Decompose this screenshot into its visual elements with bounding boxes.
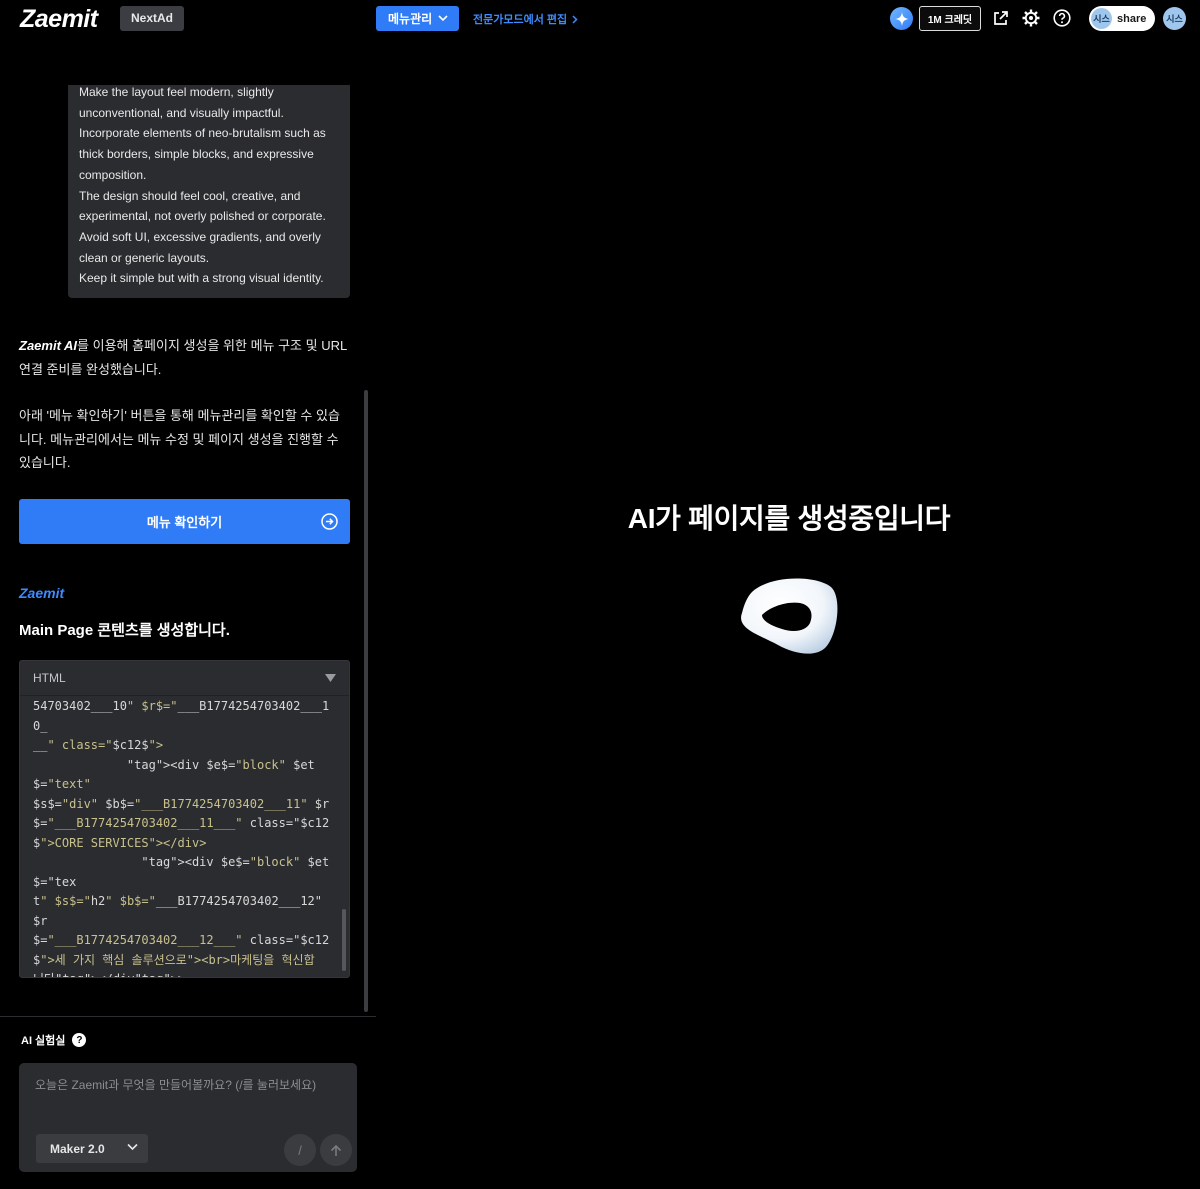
chevron-right-icon: [572, 14, 578, 24]
prompt-line: The design should feel cool, creative, a…: [79, 188, 301, 203]
model-select[interactable]: Maker 2.0: [36, 1134, 148, 1163]
sparkle-icon: [894, 11, 909, 26]
chat-panel: Make the layout feel modern, slightly unc…: [0, 38, 376, 1016]
zaemit-logo[interactable]: Zaemit: [20, 5, 98, 34]
slash-label: /: [298, 1142, 302, 1158]
prompt-input[interactable]: [35, 1078, 345, 1092]
gear-icon[interactable]: [1021, 8, 1041, 28]
user-prompt-bubble: Make the layout feel modern, slightly unc…: [68, 85, 350, 298]
user-avatar[interactable]: 시스: [1163, 7, 1186, 30]
generation-status-text: AI가 페이지를 생성중입니다: [627, 503, 951, 534]
ai-lab-title: AI 실험실: [21, 1035, 66, 1047]
loading-ring-icon: [741, 578, 838, 654]
code-scrollbar[interactable]: [342, 909, 346, 971]
code-line: "tag"><div $e$="block" $et$="text": [33, 757, 315, 792]
check-menu-label: 메뉴 확인하기: [146, 515, 223, 530]
code-content: 54703402___10" $r$="___B1774254703402___…: [33, 697, 333, 977]
prompt-line: Keep it simple but with a strong visual …: [79, 271, 324, 286]
help-circle-icon[interactable]: [1052, 8, 1072, 28]
generation-title: Main Page 콘텐츠를 생성합니다.: [19, 622, 230, 639]
code-line: 54703402___10" $r$="___B1774254703402___…: [33, 699, 330, 733]
chevron-down-icon: [438, 15, 448, 22]
code-line: t" $s$="h2" $b$="___B1774254703402___12"…: [33, 894, 330, 928]
triangle-down-icon: [325, 674, 336, 682]
code-line: $">CORE SERVICES"></div>: [33, 835, 207, 850]
share-label: share: [1117, 12, 1147, 25]
expert-mode-label: 전문가모드에서 편집: [473, 14, 568, 26]
prompt-line: Incorporate elements of neo-brutalism su…: [79, 126, 326, 141]
share-button[interactable]: 시스 share: [1089, 6, 1155, 31]
code-line: 니다"tag"></div"tag">>: [33, 970, 333, 977]
ai-lab-composer: Maker 2.0 /: [19, 1063, 357, 1172]
prompt-line: Make the layout feel modern, slightly: [79, 85, 274, 99]
prompt-line: composition.: [79, 167, 147, 182]
code-line: __" class="$c12$">: [33, 738, 164, 752]
external-link-icon[interactable]: [990, 8, 1010, 28]
help-icon[interactable]: ?: [72, 1033, 87, 1047]
arrow-circle-right-icon: [321, 513, 338, 530]
code-header[interactable]: HTML: [20, 661, 349, 696]
user-prompt-text: Make the layout feel modern, slightly unc…: [79, 85, 340, 289]
menu-management-button[interactable]: 메뉴관리: [376, 6, 459, 31]
ai-lab-header: AI 실험실 ?: [21, 1032, 87, 1048]
prompt-line: clean or generic layouts.: [79, 250, 210, 265]
assistant-message-instructions: 아래 '메뉴 확인하기' 버튼을 통해 메뉴관리를 확인할 수 있습니다. 메뉴…: [19, 408, 340, 470]
prompt-line: Avoid soft UI, excessive gradients, and …: [79, 229, 321, 244]
ai-sparkle-button[interactable]: [890, 7, 913, 30]
zaemit-brand-label: Zaemit: [19, 585, 65, 601]
arrow-up-icon: [330, 1144, 342, 1156]
slash-command-button[interactable]: /: [284, 1134, 316, 1166]
code-line: "tag"><div $e$="block" $et$="tex: [33, 855, 330, 889]
check-menu-button[interactable]: 메뉴 확인하기: [19, 499, 350, 544]
workspace-badge[interactable]: NextAd: [120, 6, 185, 31]
send-button[interactable]: [320, 1134, 352, 1166]
prompt-line: thick borders, simple blocks, and expres…: [79, 147, 314, 162]
menu-management-label: 메뉴관리: [388, 12, 433, 26]
code-line: $="___B1774254703402___11___" class="$c1…: [33, 816, 330, 830]
prompt-line: unconventional, and visually impactful.: [79, 105, 284, 120]
top-bar: Zaemit NextAd 메뉴관리 전문가모드에서 편집 1M 크레딧 시스 …: [0, 0, 1200, 38]
chevron-down-icon: [127, 1143, 138, 1151]
prompt-line: experimental, not overly polished or cor…: [79, 209, 326, 224]
code-line: $s$="div" $b$="___B1774254703402___11" $…: [33, 796, 330, 811]
assistant-message-menu-ready: Zaemit AI를 이용해 홈페이지 생성을 위한 메뉴 구조 및 URL연결…: [19, 334, 349, 381]
share-avatar: 시스: [1091, 8, 1112, 29]
credit-badge[interactable]: 1M 크레딧: [919, 6, 981, 31]
chat-scrollbar[interactable]: [364, 390, 368, 1012]
assistant-brand: Zaemit AI: [19, 338, 78, 353]
model-select-value: Maker 2.0: [50, 1141, 105, 1156]
code-language: HTML: [33, 671, 66, 685]
expert-mode-link[interactable]: 전문가모드에서 편집: [473, 11, 578, 27]
panel-divider: [0, 1016, 376, 1017]
code-preview[interactable]: HTML 54703402___10" $r$="___B17742547034…: [19, 660, 350, 978]
code-line: $">세 가지 핵심 솔루션으로"><br>마케팅을 혁신합: [33, 952, 315, 967]
code-line: $="___B1774254703402___12___" class="$c1…: [33, 933, 330, 947]
